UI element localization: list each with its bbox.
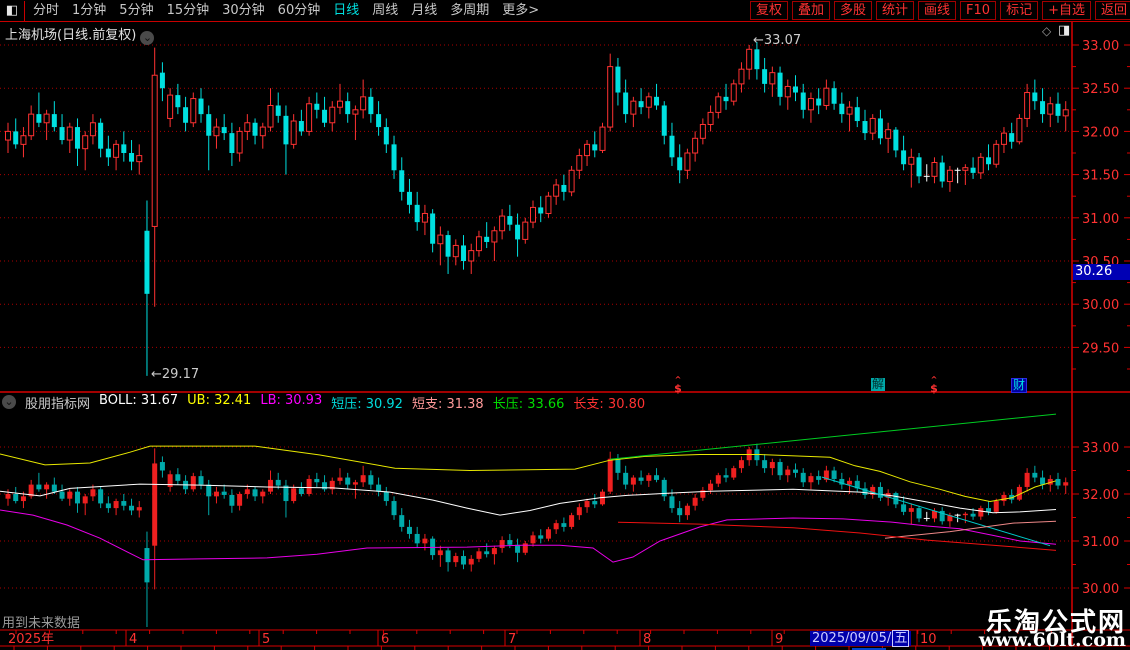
- period-menu-item[interactable]: 日线: [333, 1, 359, 21]
- indicator-value: LB: 30.93: [260, 392, 323, 408]
- svg-text:2025年: 2025年: [8, 632, 54, 647]
- toolbar-button[interactable]: 多股: [833, 1, 872, 20]
- last-price-tag: 30.26: [1073, 264, 1130, 280]
- indicator-value: 短支: 31.38: [411, 396, 484, 412]
- svg-text:33.00: 33.00: [1082, 441, 1119, 456]
- jie-badge[interactable]: 解: [871, 378, 886, 391]
- svg-text:9: 9: [775, 632, 783, 647]
- indicator-name: 股朋指标网: [25, 396, 91, 412]
- indicator-legend: ⌄ 股朋指标网 BOLL: 31.67 UB: 32.41 LB: 30.93 短压:…: [2, 393, 645, 412]
- indicator-value: BOLL: 31.67: [99, 392, 179, 408]
- diamond-icon[interactable]: ◇: [1042, 24, 1051, 38]
- svg-text:31.50: 31.50: [1082, 169, 1119, 184]
- pane-icon[interactable]: ◨: [1058, 23, 1070, 38]
- svg-text:6: 6: [381, 632, 389, 647]
- period-menu-item[interactable]: 60分钟: [278, 1, 321, 21]
- period-menu-item[interactable]: 分时: [33, 1, 59, 21]
- high-annotation: ←33.07: [753, 33, 802, 48]
- svg-text:31.00: 31.00: [1082, 535, 1119, 550]
- period-menu: 分时 1分钟 5分钟 15分钟 30分钟 60分钟 日线 周线 月线 多周期 更多>: [25, 1, 539, 21]
- svg-text:8: 8: [643, 632, 651, 647]
- svg-text:5: 5: [262, 632, 270, 647]
- date-highlight: 2025/09/05/五: [810, 630, 912, 647]
- dollar-marker[interactable]: ^ $: [672, 376, 684, 396]
- toolbar-button[interactable]: 返回: [1094, 1, 1130, 20]
- toolbar-button[interactable]: 标记: [1000, 1, 1039, 20]
- stock-title: 上海机场(日线.前复权) ⌄: [5, 24, 155, 45]
- svg-text:31.00: 31.00: [1082, 212, 1119, 227]
- toolbar-button[interactable]: 统计: [876, 1, 915, 20]
- indicator-value: 长支: 30.80: [573, 396, 646, 412]
- indicator-value: 长压: 33.66: [492, 396, 565, 412]
- toolbar-button[interactable]: 叠加: [791, 1, 830, 20]
- toolbar-buttons: 复权 叠加 多股 统计 画线 F10 标记 +自选 返回: [749, 0, 1130, 21]
- cai-badge[interactable]: 财: [1011, 378, 1028, 393]
- chevron-down-icon[interactable]: ⌄: [140, 31, 155, 45]
- low-annotation: ←29.17: [151, 367, 200, 382]
- period-menu-item[interactable]: 5分钟: [119, 1, 153, 21]
- period-menu-item[interactable]: 1分钟: [72, 1, 106, 21]
- toolbar-button[interactable]: F10: [960, 1, 997, 20]
- toolbar-button[interactable]: 复权: [749, 1, 788, 20]
- app-window: 33.00 32.50 32.00 31.50 31.00 30.50 30.00 29.50…: [0, 0, 1130, 650]
- indicator-value: 短压: 30.92: [331, 396, 403, 412]
- indicator-value: UB: 32.41: [187, 392, 252, 408]
- period-menu-item[interactable]: 月线: [411, 1, 437, 21]
- period-menu-item[interactable]: 周线: [372, 1, 398, 21]
- svg-text:33.00: 33.00: [1082, 39, 1119, 54]
- weekday-label: 五: [892, 630, 910, 647]
- future-data-note: 用到未来数据: [2, 616, 81, 631]
- svg-text:10: 10: [920, 632, 937, 647]
- svg-text:30.00: 30.00: [1082, 298, 1119, 313]
- price-chart[interactable]: 33.0032.5032.0031.5031.0030.5030.0029.50…: [0, 0, 1130, 650]
- period-menu-item[interactable]: 30分钟: [222, 1, 265, 21]
- svg-text:32.00: 32.00: [1082, 488, 1119, 503]
- svg-text:4: 4: [129, 632, 137, 647]
- toolbar-button[interactable]: +自选: [1042, 1, 1091, 20]
- chart-title-row: 上海机场(日线.前复权) ⌄ ◇ ◨: [0, 22, 1130, 45]
- svg-text:7: 7: [508, 632, 516, 647]
- svg-text:29.50: 29.50: [1082, 341, 1119, 356]
- svg-text:30.00: 30.00: [1082, 582, 1119, 597]
- dollar-marker[interactable]: ^ $: [928, 376, 940, 396]
- svg-text:32.50: 32.50: [1082, 82, 1119, 97]
- indicator-values: BOLL: 31.67 UB: 32.41 LB: 30.93 短压: 30.92 短支…: [99, 393, 645, 412]
- period-menu-item[interactable]: 更多>: [502, 1, 539, 21]
- period-menu-item[interactable]: 15分钟: [167, 1, 210, 21]
- watermark-url: www.60lt.com: [978, 629, 1126, 650]
- chevron-down-icon[interactable]: ⌄: [2, 395, 16, 409]
- svg-text:32.00: 32.00: [1082, 125, 1119, 140]
- period-menu-item[interactable]: 多周期: [450, 1, 489, 21]
- topbar: ◧ 分时 1分钟 5分钟 15分钟 30分钟 60分钟 日线 周线 月线 多周期 更多> 复权 叠加多…: [0, 0, 1130, 22]
- toolbar-button[interactable]: 画线: [918, 1, 957, 20]
- layout-pane-icon[interactable]: ◧: [0, 0, 25, 21]
